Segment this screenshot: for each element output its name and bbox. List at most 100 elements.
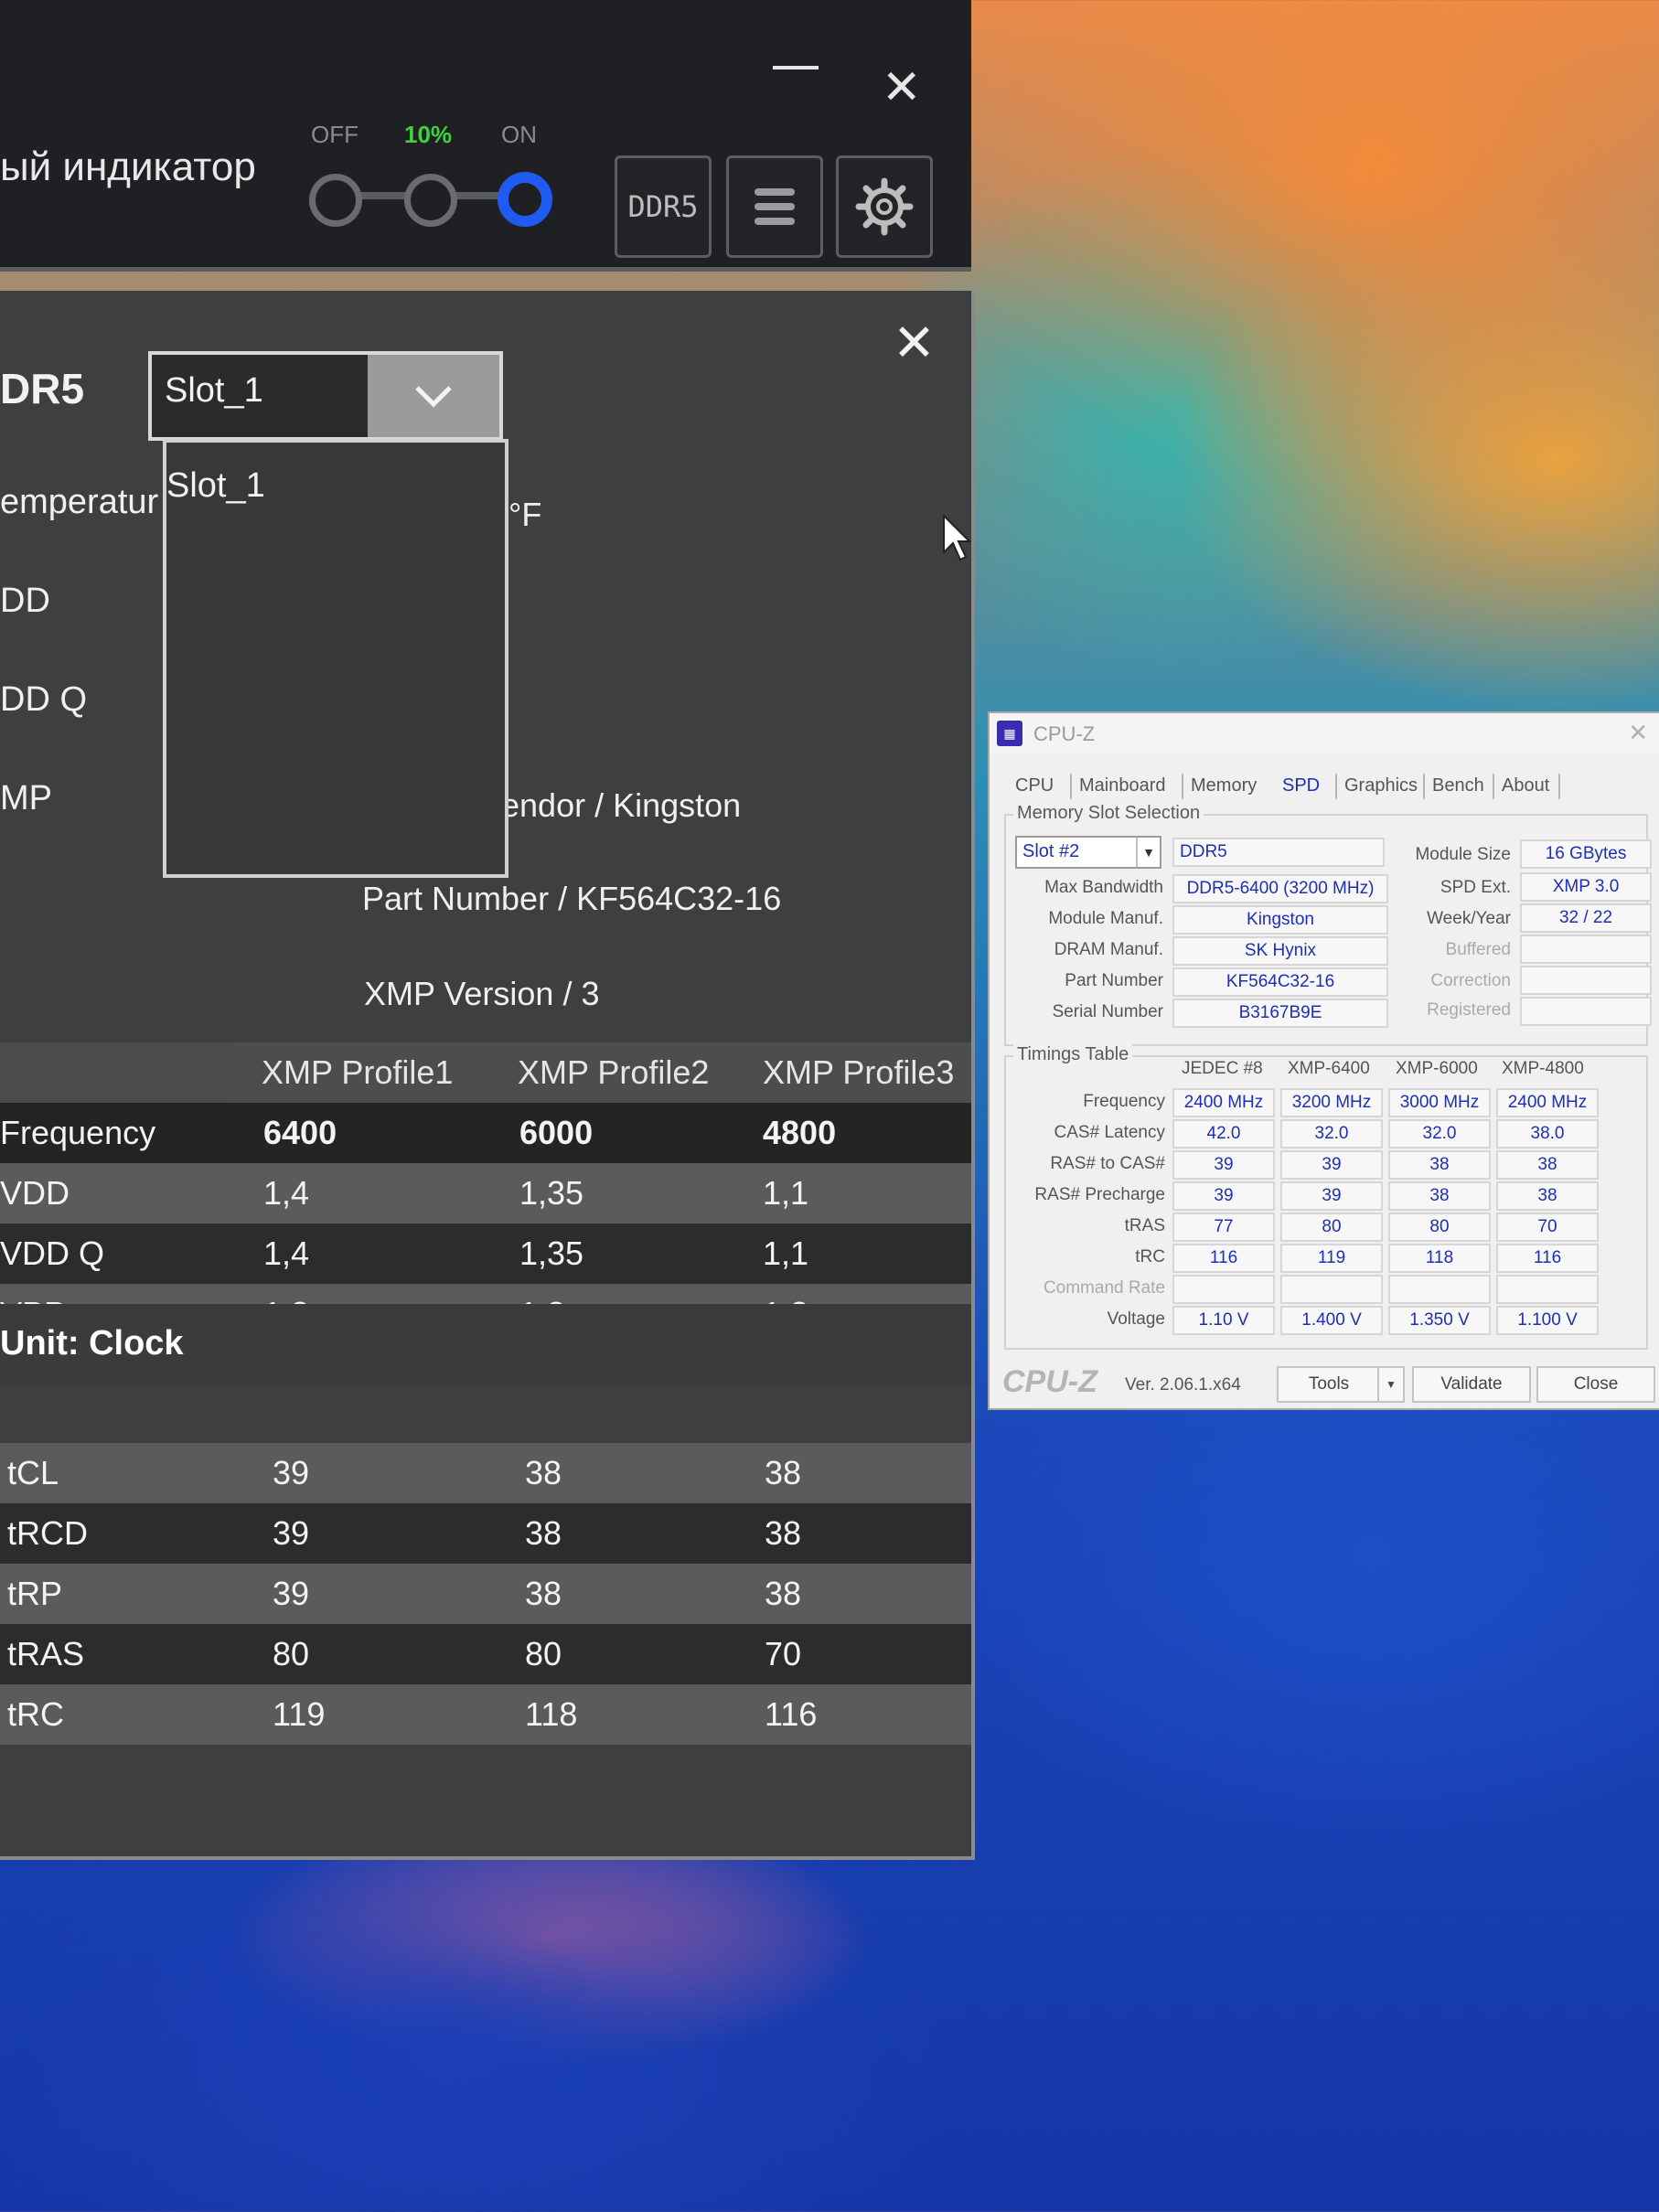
- toggle-off-label: OFF: [311, 121, 359, 148]
- cpuz-timing-cell: 42.0: [1172, 1119, 1275, 1149]
- cpuz-timing-cell: 38: [1388, 1150, 1491, 1180]
- toggle-on-dot[interactable]: [498, 172, 552, 227]
- tab-about[interactable]: About: [1502, 775, 1549, 796]
- tab-memory[interactable]: Memory: [1191, 775, 1257, 796]
- table-row: Frequency 6400 6000 4800: [0, 1103, 971, 1163]
- tab-spd[interactable]: SPD: [1282, 775, 1320, 796]
- cpuz-timing-cell: 116: [1172, 1244, 1275, 1273]
- tools-button[interactable]: Tools: [1277, 1366, 1381, 1403]
- cpuz-timing-cell: 2400 MHz: [1496, 1088, 1599, 1117]
- cpuz-close-icon[interactable]: ✕: [1628, 719, 1648, 747]
- table-row: tRP 39 38 38: [0, 1564, 971, 1624]
- panel-close-button[interactable]: ✕: [893, 318, 936, 369]
- cpuz-timing-cell: 118: [1388, 1244, 1491, 1273]
- toggle-mid-label: 10%: [404, 121, 453, 148]
- cpuz-timing-cell: [1496, 1275, 1599, 1304]
- cpuz-timing-cell: 80: [1388, 1213, 1491, 1242]
- ddr5-button[interactable]: DDR5: [615, 155, 712, 258]
- app-title: ый индикатор: [0, 144, 256, 189]
- cpuz-tabs: CPU Mainboard Memory SPD Graphics Bench …: [990, 768, 1659, 805]
- cpuz-timing-cell: 38: [1388, 1181, 1491, 1211]
- mouse-cursor-icon: [943, 514, 971, 561]
- cpuz-timing-label: Command Rate: [1043, 1278, 1165, 1298]
- cpuz-timing-cell: 39: [1172, 1150, 1275, 1180]
- vdd-label: DD: [0, 582, 50, 620]
- profile3-header: XMP Profile3: [763, 1053, 955, 1091]
- slot-combo[interactable]: Slot #2 ▼: [1015, 836, 1161, 869]
- table-row: tRAS 80 80 70: [0, 1624, 971, 1684]
- cpuz-timing-cell: [1388, 1275, 1491, 1304]
- table-row: VDD 1,4 1,35 1,1: [0, 1163, 971, 1224]
- cpuz-timing-cell: 70: [1496, 1213, 1599, 1242]
- tools-dropdown-icon[interactable]: ▼: [1377, 1366, 1405, 1403]
- cpuz-timing-cell: 3200 MHz: [1280, 1088, 1383, 1117]
- xmp-label: MP: [0, 779, 52, 817]
- temperature-unit: °F: [508, 496, 542, 533]
- cpuz-app-icon: ▦: [997, 721, 1022, 746]
- kingston-app-window: ✕ ый индикатор OFF 10% ON DDR5 ✕ DR5 emp…: [0, 0, 975, 1911]
- settings-button[interactable]: [836, 155, 933, 258]
- cpuz-timing-cell: [1172, 1275, 1275, 1304]
- part-number-info: Part Number / KF564C32-16: [362, 880, 782, 917]
- cpuz-timing-cell: 3000 MHz: [1388, 1088, 1491, 1117]
- tab-bench[interactable]: Bench: [1432, 775, 1484, 796]
- spd-panel: ✕ DR5 emperatur DD DD Q MP °F endor / Ki…: [0, 291, 975, 1860]
- cpuz-timing-label: tRAS: [1124, 1216, 1165, 1235]
- list-button[interactable]: [726, 155, 823, 258]
- cpuz-timing-cell: 80: [1280, 1213, 1383, 1242]
- profile2-header: XMP Profile2: [518, 1053, 710, 1091]
- cpuz-timing-cell: [1280, 1275, 1383, 1304]
- cpuz-timing-label: Frequency: [1083, 1092, 1165, 1111]
- cpuz-footer: CPU-Z Ver. 2.06.1.x64 Tools ▼ Validate C…: [990, 1359, 1659, 1405]
- chevron-down-icon[interactable]: [368, 355, 499, 437]
- cpuz-timing-cell: 1.350 V: [1388, 1306, 1491, 1335]
- validate-button[interactable]: Validate: [1412, 1366, 1531, 1403]
- chevron-down-icon[interactable]: ▼: [1136, 838, 1160, 867]
- cpuz-timing-cell: 32.0: [1280, 1119, 1383, 1149]
- cpuz-timing-label: RAS# Precharge: [1034, 1185, 1165, 1204]
- cpuz-timing-cell: 38: [1496, 1181, 1599, 1211]
- cpuz-window: ▦ CPU-Z ✕ CPU Mainboard Memory SPD Graph…: [988, 711, 1659, 1410]
- table-row: tRC 119 118 116: [0, 1684, 971, 1745]
- cpuz-timing-cell: 1.10 V: [1172, 1306, 1275, 1335]
- tab-graphics[interactable]: Graphics: [1344, 775, 1418, 796]
- table-row: tCL 39 38 38: [0, 1443, 971, 1503]
- cpuz-timing-cell: 39: [1280, 1150, 1383, 1180]
- cpuz-timing-label: Voltage: [1107, 1309, 1165, 1329]
- list-icon: [755, 188, 795, 225]
- unit-row: Unit: Clock: [0, 1304, 971, 1384]
- cpuz-timing-cell: 77: [1172, 1213, 1275, 1242]
- slot-option[interactable]: Slot_1: [166, 466, 265, 506]
- vendor-info: endor / Kingston: [501, 786, 742, 824]
- minimize-button[interactable]: [773, 66, 819, 69]
- toggle-mid-dot[interactable]: [404, 174, 457, 227]
- cpuz-timing-label: tRC: [1135, 1247, 1165, 1266]
- cpuz-timing-label: RAS# to CAS#: [1050, 1154, 1165, 1173]
- window-close-button[interactable]: ✕: [882, 64, 922, 112]
- cpuz-timing-cell: 39: [1172, 1181, 1275, 1211]
- vddq-label: DD Q: [0, 680, 87, 719]
- slot-select[interactable]: Slot_1: [148, 351, 503, 441]
- cpuz-title: CPU-Z: [1033, 722, 1096, 745]
- memory-slot-group-label: Memory Slot Selection: [1013, 803, 1204, 824]
- tab-cpu[interactable]: CPU: [1015, 775, 1054, 796]
- app-title-bar: ✕ ый индикатор OFF 10% ON DDR5: [0, 0, 971, 272]
- cpuz-timing-cell: 116: [1496, 1244, 1599, 1273]
- slot-combo-value: Slot #2: [1022, 841, 1080, 861]
- timings-table-label: Timings Table: [1013, 1044, 1133, 1065]
- table-row: VDD Q 1,4 1,35 1,1: [0, 1224, 971, 1284]
- toggle-on-label: ON: [501, 121, 537, 148]
- cpuz-timing-label: CAS# Latency: [1054, 1123, 1165, 1142]
- ddr-type-label: DR5: [0, 365, 85, 412]
- cpuz-timing-cell: 1.400 V: [1280, 1306, 1383, 1335]
- unit-label: Unit: Clock: [0, 1324, 184, 1362]
- cpuz-timing-cell: 2400 MHz: [1172, 1088, 1275, 1117]
- close-button[interactable]: Close: [1536, 1366, 1655, 1403]
- tab-mainboard[interactable]: Mainboard: [1079, 775, 1166, 796]
- toggle-off-dot[interactable]: [309, 174, 362, 227]
- cpuz-timing-cell: 38: [1496, 1150, 1599, 1180]
- cpuz-timing-cell: 32.0: [1388, 1119, 1491, 1149]
- table-header-row: XMP Profile1 XMP Profile2 XMP Profile3: [0, 1042, 971, 1103]
- cpuz-timing-cell: 39: [1280, 1181, 1383, 1211]
- ddr5-label: DDR5: [627, 189, 699, 224]
